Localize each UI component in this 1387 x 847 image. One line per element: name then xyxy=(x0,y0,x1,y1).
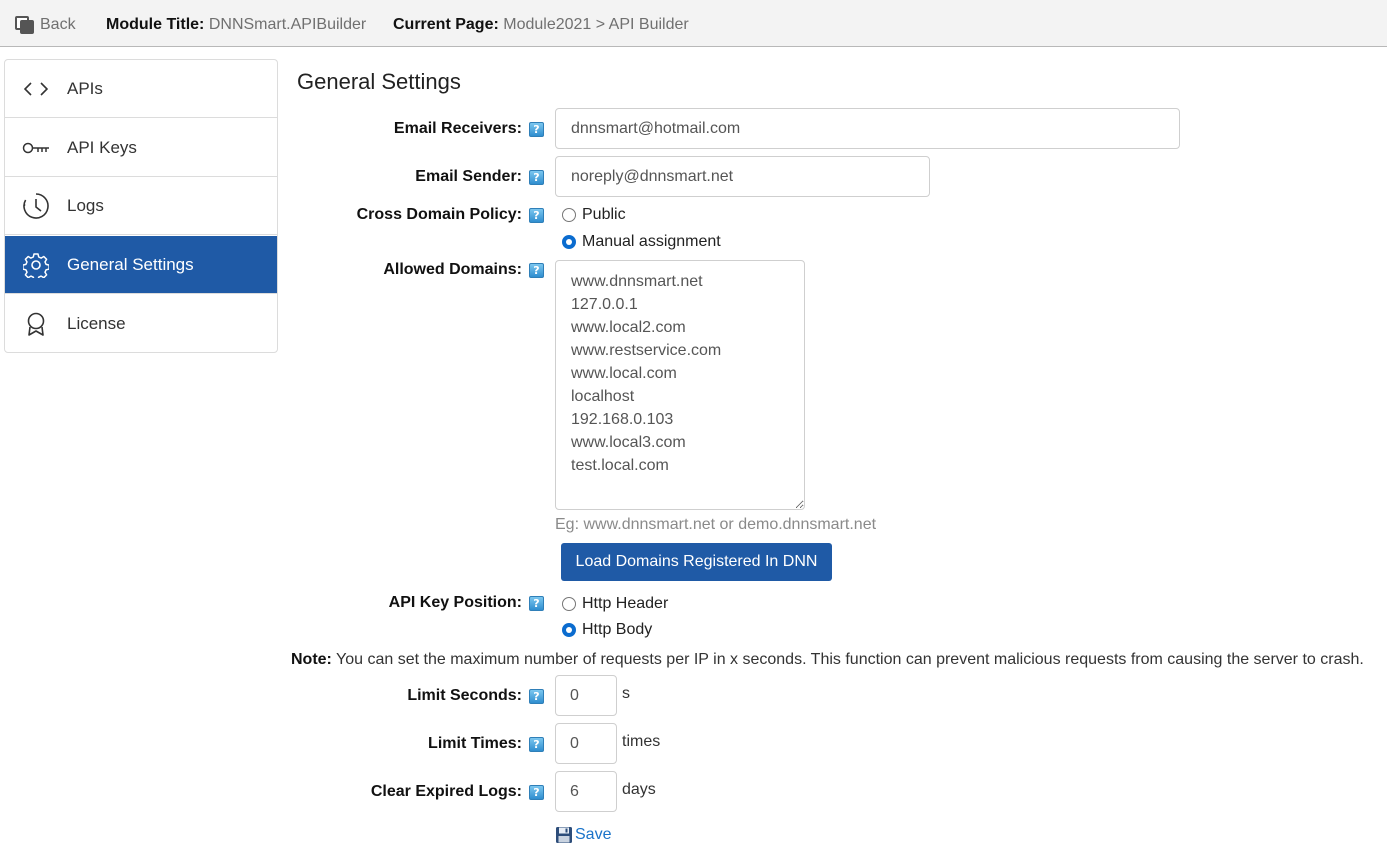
email-receivers-input[interactable] xyxy=(555,108,1180,149)
sidebar-item-license[interactable]: License xyxy=(5,295,277,352)
help-icon[interactable]: ? xyxy=(529,785,544,800)
radio-label: Http Body xyxy=(582,621,653,638)
sidebar-item-label: General Settings xyxy=(67,254,194,274)
sidebar-item-label: APIs xyxy=(67,78,103,98)
floppy-disk-icon xyxy=(555,826,573,844)
allowed-domains-textarea[interactable]: www.dnnsmart.net 127.0.0.1 www.local2.co… xyxy=(555,260,805,510)
api-key-position-label: API Key Position: xyxy=(388,594,522,611)
back-icon xyxy=(14,15,36,35)
code-icon xyxy=(5,60,67,118)
limit-seconds-label: Limit Seconds: xyxy=(407,687,522,704)
radio-label: Public xyxy=(582,206,626,223)
award-icon xyxy=(5,295,67,352)
current-page: Current Page: Module2021 > API Builder xyxy=(393,16,689,34)
sidebar-item-label: Logs xyxy=(67,195,104,215)
limit-times-unit: times xyxy=(622,733,661,750)
radio-label: Manual assignment xyxy=(582,233,721,250)
api-key-header-radio[interactable]: Http Header xyxy=(562,595,668,613)
module-title: Module Title: DNNSmart.APIBuilder xyxy=(106,16,366,34)
load-domains-button[interactable]: Load Domains Registered In DNN xyxy=(561,543,832,581)
help-icon[interactable]: ? xyxy=(529,737,544,752)
limit-times-label: Limit Times: xyxy=(428,735,522,752)
top-bar: Back Module Title: DNNSmart.APIBuilder C… xyxy=(0,0,1387,47)
sidebar-item-label: API Keys xyxy=(67,137,137,157)
allowed-domains-hint: Eg: www.dnnsmart.net or demo.dnnsmart.ne… xyxy=(555,516,877,533)
module-title-value: DNNSmart.APIBuilder xyxy=(208,16,367,33)
email-receivers-label: Email Receivers: xyxy=(393,120,522,137)
sidebar-item-apis[interactable]: APIs xyxy=(5,60,277,118)
cross-domain-label: Cross Domain Policy: xyxy=(356,206,522,223)
cross-domain-manual-radio[interactable]: Manual assignment xyxy=(562,233,721,251)
email-sender-label: Email Sender: xyxy=(415,168,522,185)
page-title: General Settings xyxy=(297,69,461,94)
current-page-label: Current Page: xyxy=(393,16,499,33)
limit-times-input[interactable] xyxy=(555,723,617,764)
sidebar-item-general-settings[interactable]: General Settings xyxy=(5,236,277,294)
note-label: Note: xyxy=(291,651,332,668)
help-icon[interactable]: ? xyxy=(529,689,544,704)
clear-logs-unit: days xyxy=(622,781,656,798)
key-icon xyxy=(5,119,67,177)
sidebar-item-api-keys[interactable]: API Keys xyxy=(5,119,277,177)
rate-limit-note: Note: You can set the maximum number of … xyxy=(291,651,1364,669)
clear-logs-label: Clear Expired Logs: xyxy=(370,783,522,800)
clock-icon xyxy=(5,177,67,235)
help-icon[interactable]: ? xyxy=(529,596,544,611)
limit-seconds-input[interactable] xyxy=(555,675,617,716)
sidebar: APIs API Keys Logs General Settings Lice… xyxy=(4,59,278,353)
gear-icon xyxy=(5,236,67,294)
sidebar-item-logs[interactable]: Logs xyxy=(5,177,277,235)
help-icon[interactable]: ? xyxy=(529,122,544,137)
email-sender-input[interactable] xyxy=(555,156,930,197)
save-link[interactable]: Save xyxy=(555,826,611,844)
current-page-value: Module2021 > API Builder xyxy=(503,16,689,33)
note-text: You can set the maximum number of reques… xyxy=(331,651,1364,668)
back-button[interactable]: Back xyxy=(14,15,76,35)
back-label: Back xyxy=(40,16,76,33)
module-title-label: Module Title: xyxy=(106,16,205,33)
radio-on[interactable] xyxy=(562,623,576,637)
help-icon[interactable]: ? xyxy=(529,170,544,185)
limit-seconds-unit: s xyxy=(622,685,630,702)
cross-domain-public-radio[interactable]: Public xyxy=(562,206,626,224)
radio-label: Http Header xyxy=(582,595,669,612)
radio-off[interactable] xyxy=(562,208,576,222)
radio-off[interactable] xyxy=(562,597,576,611)
help-icon[interactable]: ? xyxy=(529,263,544,278)
sidebar-item-label: License xyxy=(67,314,126,333)
save-label: Save xyxy=(575,826,612,843)
radio-on[interactable] xyxy=(562,235,576,249)
api-key-body-radio[interactable]: Http Body xyxy=(562,621,652,639)
clear-logs-input[interactable] xyxy=(555,771,617,812)
allowed-domains-label: Allowed Domains: xyxy=(383,261,522,278)
help-icon[interactable]: ? xyxy=(529,208,544,223)
